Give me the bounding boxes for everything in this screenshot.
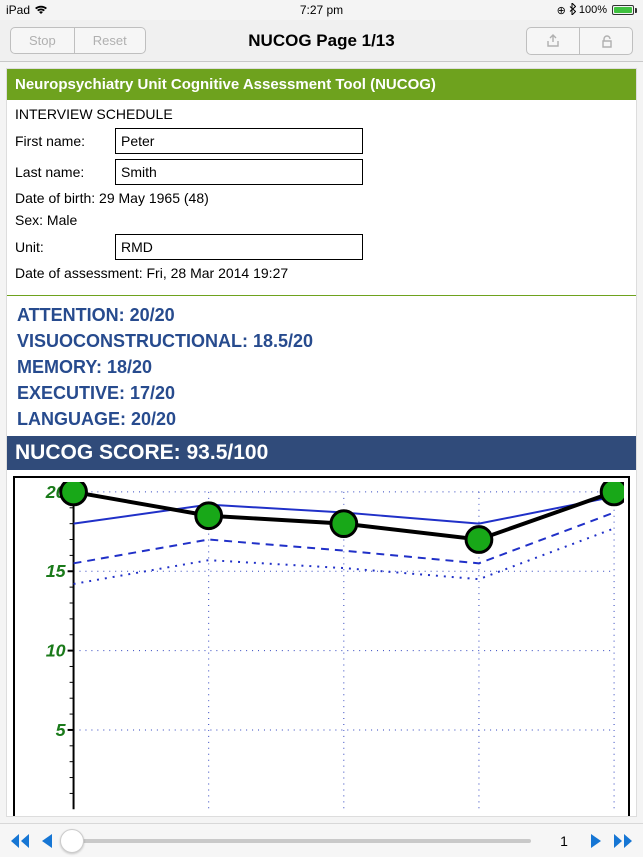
content-area: Neuropsychiatry Unit Cognitive Assessmen… <box>6 68 637 817</box>
device-label: iPad <box>6 3 30 17</box>
svg-text:15: 15 <box>46 562 67 582</box>
page-title: NUCOG Page 1/13 <box>248 31 394 51</box>
first-page-button[interactable] <box>10 833 30 849</box>
bottom-nav: 1 <box>0 823 643 857</box>
last-page-button[interactable] <box>613 833 633 849</box>
dob-text: Date of birth: 29 May 1965 (48) <box>15 190 628 206</box>
status-bar: iPad 7:27 pm ⊕ 100% <box>0 0 643 20</box>
last-name-input[interactable] <box>115 159 363 185</box>
battery-icon <box>610 5 637 15</box>
status-time: 7:27 pm <box>300 3 343 17</box>
page-number: 1 <box>549 833 579 849</box>
orientation-lock-icon: ⊕ <box>557 4 566 17</box>
assessment-header: Neuropsychiatry Unit Cognitive Assessmen… <box>7 69 636 100</box>
score-chart: 5101520 <box>13 476 630 817</box>
first-name-input[interactable] <box>115 128 363 154</box>
score-attention: ATTENTION: 20/20 <box>17 302 626 328</box>
total-score: NUCOG SCORE: 93.5/100 <box>7 436 636 470</box>
schedule-title: INTERVIEW SCHEDULE <box>15 106 628 122</box>
sex-text: Sex: Male <box>15 212 628 228</box>
scores-panel: ATTENTION: 20/20 VISUOCONSTRUCTIONAL: 18… <box>7 296 636 436</box>
slider-thumb[interactable] <box>60 829 84 853</box>
unit-input[interactable] <box>115 234 363 260</box>
reset-button[interactable]: Reset <box>75 27 146 54</box>
assessment-date-text: Date of assessment: Fri, 28 Mar 2014 19:… <box>15 265 628 281</box>
battery-percent: 100% <box>579 4 607 16</box>
score-memory: MEMORY: 18/20 <box>17 354 626 380</box>
unit-label: Unit: <box>15 239 115 255</box>
chart-svg: 5101520 <box>19 482 624 817</box>
interview-schedule: INTERVIEW SCHEDULE First name: Last name… <box>7 100 636 296</box>
page-slider[interactable] <box>72 839 531 843</box>
share-button[interactable] <box>526 27 580 55</box>
top-toolbar: Stop Reset NUCOG Page 1/13 <box>0 20 643 62</box>
stop-button[interactable]: Stop <box>10 27 75 54</box>
svg-text:10: 10 <box>46 641 66 661</box>
score-language: LANGUAGE: 20/20 <box>17 406 626 432</box>
lock-button[interactable] <box>580 27 633 55</box>
last-name-label: Last name: <box>15 164 115 180</box>
score-executive: EXECUTIVE: 17/20 <box>17 380 626 406</box>
next-page-button[interactable] <box>589 833 603 849</box>
bluetooth-icon <box>569 3 576 18</box>
first-name-label: First name: <box>15 133 115 149</box>
score-visuoconstructional: VISUOCONSTRUCTIONAL: 18.5/20 <box>17 328 626 354</box>
prev-page-button[interactable] <box>40 833 54 849</box>
wifi-icon <box>34 5 48 15</box>
svg-text:5: 5 <box>56 720 67 740</box>
